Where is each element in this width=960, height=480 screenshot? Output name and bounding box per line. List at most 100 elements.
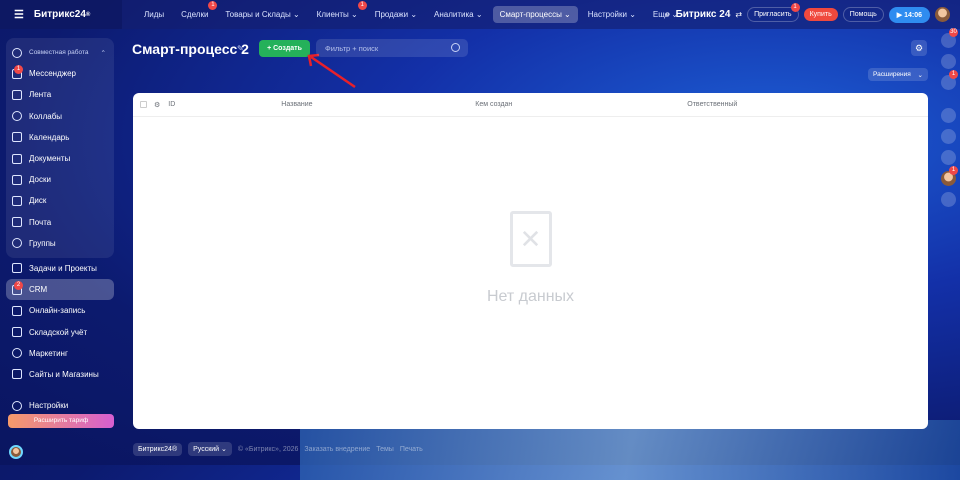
nav-settings[interactable]: Настройки ⌄ <box>581 6 643 23</box>
user-avatar-icon[interactable]: 1 <box>941 166 958 186</box>
invite-button[interactable]: Пригласить 1 <box>747 3 800 22</box>
switch-icon[interactable]: ⇄ <box>735 10 742 19</box>
sidebar-item-groups[interactable]: Группы <box>6 233 114 254</box>
disk-icon <box>12 195 22 206</box>
create-button[interactable]: + Создать <box>259 40 310 57</box>
badge: 1 <box>357 1 367 10</box>
bot-icon[interactable] <box>941 108 956 123</box>
footer: Битрикс24® Русский ⌄ © «Битрикс», 2026 З… <box>133 442 423 456</box>
document-icon <box>12 153 22 164</box>
copilot-icon[interactable] <box>941 54 956 69</box>
main-nav: Лиды Сделки 1 Товары и Склады ⌄ Клиенты ⌄… <box>137 1 688 23</box>
worktime-button[interactable]: ▶ 14:06 <box>888 6 930 23</box>
copyright: © «Битрикс», 2026 <box>237 445 299 453</box>
menu-icon[interactable]: ☰ <box>14 8 24 21</box>
data-grid: ⚙ ID Название Кем создан Ответственный ✕… <box>133 93 928 429</box>
select-all-checkbox[interactable] <box>140 101 147 108</box>
nav-deals[interactable]: Сделки 1 <box>174 1 218 23</box>
sites-icon <box>12 369 22 380</box>
right-panel: 30 1 1 <box>937 28 960 465</box>
sidebar-item-boards[interactable]: Доски <box>6 169 114 190</box>
marketing-icon <box>12 348 22 359</box>
sidebar-item-booking[interactable]: Онлайн-запись <box>6 300 114 321</box>
print-link[interactable]: Печать <box>400 446 423 453</box>
chevron-down-icon: ⌄ <box>917 72 923 79</box>
sidebar-item-inventory[interactable]: Складской учёт <box>6 321 114 342</box>
sidebar-item-tasks[interactable]: Задачи и Проекты <box>6 258 114 279</box>
sidebar-group-collab: Совместная работа ⌃ 1 Мессенджер Лента Кол… <box>6 38 114 258</box>
badge: 1 <box>949 166 958 175</box>
group-header[interactable]: Совместная работа ⌃ <box>6 42 114 63</box>
column-responsible[interactable]: Ответственный <box>687 101 737 108</box>
brand-label: Битрикс 24 <box>675 9 731 20</box>
booking-icon <box>12 305 22 316</box>
sidebar-item-messenger[interactable]: 1 Мессенджер <box>6 63 114 84</box>
nav-products[interactable]: Товары и Склады ⌄ <box>218 6 306 23</box>
sidebar-item-marketing[interactable]: Маркетинг <box>6 343 114 364</box>
chat-icon[interactable]: 1 <box>941 70 958 90</box>
empty-state: ✕ Нет данных <box>133 211 928 306</box>
calendar-icon <box>12 132 22 143</box>
search-icon[interactable]: ⌕ <box>665 9 671 20</box>
collab-icon <box>12 47 22 58</box>
order-implementation-link[interactable]: Заказать внедрение <box>304 446 370 453</box>
upgrade-tariff-button[interactable]: Расширить тариф <box>8 414 114 428</box>
table-header: ⚙ ID Название Кем создан Ответственный <box>133 93 928 117</box>
red-arrow-annotation <box>307 53 356 89</box>
filter-search-input[interactable]: Фильтр + поиск <box>316 39 468 57</box>
sidebar-item-sites[interactable]: Сайты и Магазины <box>6 364 114 385</box>
bell-icon[interactable]: 30 <box>941 28 958 48</box>
sidebar-item-documents[interactable]: Документы <box>6 148 114 169</box>
board-icon <box>12 174 22 185</box>
settings-gear-button[interactable]: ⚙ <box>911 40 927 56</box>
footer-brand[interactable]: Битрикс24® <box>133 442 183 456</box>
sidebar-item-crm[interactable]: 2 CRM <box>6 279 114 301</box>
nav-sales[interactable]: Продажи ⌄ <box>368 6 424 23</box>
profile-avatar[interactable] <box>9 445 23 459</box>
sidebar-item-calendar[interactable]: Календарь <box>6 127 114 148</box>
sidebar-item-feed[interactable]: Лента <box>6 84 114 105</box>
extensions-dropdown[interactable]: Расширения ⌄ <box>868 68 928 81</box>
chat-icon: 1 <box>12 64 23 79</box>
column-created-by[interactable]: Кем создан <box>475 101 687 108</box>
sidebar-item-mail[interactable]: Почта <box>6 212 114 233</box>
top-bar: ☰ Битрикс24 ® Лиды Сделки 1 Товары и Склады… <box>0 0 960 29</box>
themes-link[interactable]: Темы <box>376 446 394 453</box>
sidebar-item-settings[interactable]: Настройки <box>6 395 114 416</box>
column-id[interactable]: ID <box>168 101 281 108</box>
inventory-icon <box>12 327 22 338</box>
buy-button[interactable]: Купить <box>803 8 838 21</box>
column-settings-icon[interactable]: ⚙ <box>154 101 160 109</box>
column-name[interactable]: Название <box>281 101 475 108</box>
page-title: Смарт-процесс 2 <box>132 41 249 57</box>
badge: 30 <box>949 28 958 37</box>
search-icon[interactable] <box>451 43 460 52</box>
crm-icon: 2 <box>12 280 23 295</box>
badge: 1 <box>949 70 958 79</box>
no-data-label: Нет данных <box>486 288 575 305</box>
badge: 1 <box>208 1 218 10</box>
language-select[interactable]: Русский ⌄ <box>188 442 232 456</box>
badge: 2 <box>14 280 23 290</box>
nav-leads[interactable]: Лиды <box>137 6 171 23</box>
nav-analytics[interactable]: Аналитика ⌄ <box>427 6 490 23</box>
sidebar: Совместная работа ⌃ 1 Мессенджер Лента Кол… <box>6 38 114 416</box>
logo[interactable]: ☰ Битрикс24 ® <box>0 0 122 29</box>
nav-smart-processes[interactable]: Смарт-процессы ⌄ <box>492 6 578 23</box>
badge: 1 <box>790 3 800 12</box>
help-button[interactable]: Помощь <box>842 7 884 22</box>
contact-icon[interactable] <box>941 129 956 144</box>
collab-icon <box>12 111 22 122</box>
user-avatar[interactable] <box>935 7 950 22</box>
groups-icon <box>12 238 22 249</box>
sidebar-item-disk[interactable]: Диск <box>6 190 114 211</box>
tasks-icon <box>12 263 22 274</box>
pin-icon[interactable]: ✎ <box>237 44 244 53</box>
badge: 1 <box>14 64 23 74</box>
sidebar-item-collabs[interactable]: Коллабы <box>6 106 114 127</box>
nav-clients[interactable]: Клиенты ⌄ 1 <box>310 1 367 23</box>
chevron-up-icon[interactable]: ⌃ <box>101 49 106 57</box>
contact-icon[interactable] <box>941 192 956 207</box>
contact-icon[interactable] <box>941 150 956 165</box>
gear-icon <box>12 400 22 411</box>
